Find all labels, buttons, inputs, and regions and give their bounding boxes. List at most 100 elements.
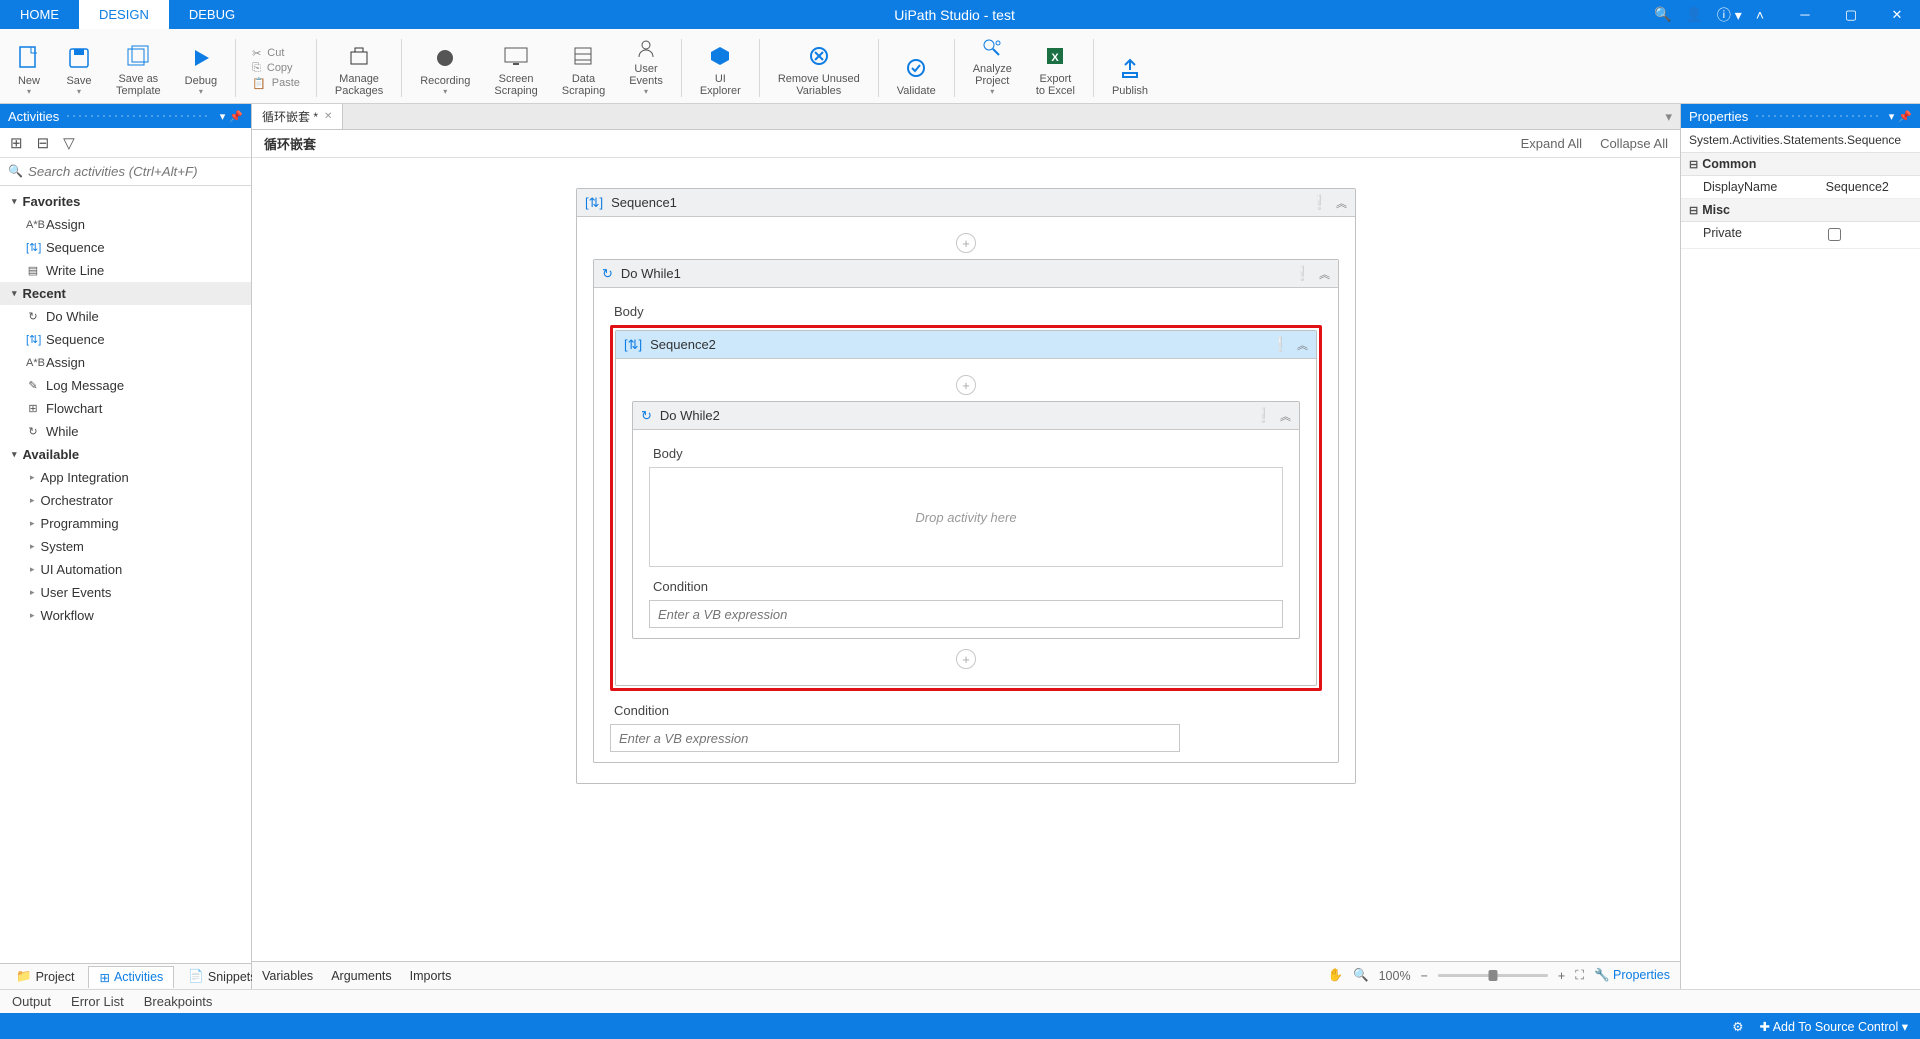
recent-logmessage[interactable]: ✎Log Message — [0, 374, 251, 397]
fav-writeline[interactable]: ▤Write Line — [0, 259, 251, 282]
fav-sequence[interactable]: [⇅]Sequence — [0, 236, 251, 259]
info-icon[interactable]: ❕ — [1272, 336, 1289, 353]
recent-sequence[interactable]: [⇅]Sequence — [0, 328, 251, 351]
add-activity-button[interactable]: + — [956, 649, 976, 669]
ribbon-cut[interactable]: ✂Cut — [252, 47, 300, 60]
source-control-button[interactable]: ✚ Add To Source Control ▾ — [1759, 1019, 1908, 1034]
fit-screen-icon[interactable]: ⛶ — [1575, 968, 1584, 983]
footer-project[interactable]: 📁Project — [6, 966, 84, 987]
group-recent[interactable]: Recent — [0, 282, 251, 305]
collapse-icon[interactable]: ︽ — [1336, 195, 1347, 211]
ribbon-analyze[interactable]: Analyze Project — [963, 33, 1022, 103]
avail-app-integration[interactable]: App Integration — [0, 466, 251, 489]
recent-while[interactable]: ↻While — [0, 420, 251, 443]
condition-input[interactable] — [649, 600, 1283, 628]
close-button[interactable]: ✕ — [1874, 0, 1920, 29]
avail-system[interactable]: System — [0, 535, 251, 558]
collapse-icon[interactable]: ︽ — [1297, 337, 1308, 353]
pin-icon[interactable]: 📌 — [229, 110, 243, 123]
tab-home[interactable]: HOME — [0, 0, 79, 29]
group-favorites[interactable]: Favorites — [0, 190, 251, 213]
collapse-icon[interactable]: ︽ — [1319, 266, 1330, 282]
ribbon-ui-explorer[interactable]: UI Explorer — [690, 33, 751, 103]
drop-zone[interactable]: Drop activity here — [649, 467, 1283, 567]
group-common[interactable]: Common — [1681, 153, 1920, 176]
maximize-button[interactable]: ▢ — [1828, 0, 1874, 29]
footer-activities[interactable]: ⊞Activities — [88, 966, 174, 988]
tab-design[interactable]: DESIGN — [79, 0, 169, 29]
ribbon-publish[interactable]: Publish — [1102, 33, 1158, 103]
info-icon[interactable]: ❕ — [1294, 265, 1311, 282]
group-available[interactable]: Available — [0, 443, 251, 466]
variables-tab[interactable]: Variables — [262, 969, 313, 983]
dropdown-icon[interactable]: ▾ — [220, 110, 226, 123]
tab-debug[interactable]: DEBUG — [169, 0, 255, 29]
minimize-button[interactable]: ─ — [1782, 0, 1828, 29]
avail-ui-automation[interactable]: UI Automation — [0, 558, 251, 581]
ribbon-user-events[interactable]: User Events — [619, 33, 673, 103]
prop-displayname[interactable]: DisplayName Sequence2 — [1681, 176, 1920, 199]
search-input[interactable] — [0, 158, 251, 186]
avail-programming[interactable]: Programming — [0, 512, 251, 535]
orchestrator-icon[interactable]: ⚙ — [1732, 1019, 1743, 1034]
pin-icon[interactable]: 📌 — [1898, 110, 1912, 123]
group-misc[interactable]: Misc — [1681, 199, 1920, 222]
expand-tree-icon[interactable]: ⊞ — [10, 134, 23, 152]
activity-dowhile1[interactable]: ↻Do While1❕︽ Body [⇅]Sequence2❕︽ + — [593, 259, 1339, 763]
ribbon-remove-unused[interactable]: Remove Unused Variables — [768, 33, 870, 103]
ribbon-packages[interactable]: Manage Packages — [325, 33, 393, 103]
ribbon-copy[interactable]: ⎘Copy — [252, 62, 300, 75]
ribbon-debug[interactable]: Debug — [175, 33, 227, 103]
pan-icon[interactable]: ✋ — [1327, 968, 1343, 983]
tab-overflow-icon[interactable]: ▾ — [1657, 109, 1680, 125]
fav-assign[interactable]: A*BAssign — [0, 213, 251, 236]
private-checkbox[interactable] — [1828, 228, 1841, 241]
collapse-icon[interactable]: ︽ — [1280, 408, 1291, 424]
help-icon[interactable]: ⓘ ▾ — [1717, 5, 1742, 25]
recent-flowchart[interactable]: ⊞Flowchart — [0, 397, 251, 420]
activity-dowhile2[interactable]: ↻Do While2❕︽ Body Drop activity here Con… — [632, 401, 1300, 639]
condition-input[interactable] — [610, 724, 1180, 752]
ribbon-export-excel[interactable]: XExport to Excel — [1026, 33, 1085, 103]
dropdown-icon[interactable]: ▾ — [1889, 110, 1895, 123]
collapse-all-link[interactable]: Collapse All — [1600, 136, 1668, 151]
output-tab[interactable]: Output — [12, 994, 51, 1009]
filter-icon[interactable]: ▽ — [63, 134, 75, 152]
info-icon[interactable]: ❕ — [1255, 407, 1272, 424]
recent-dowhile[interactable]: ↻Do While — [0, 305, 251, 328]
search-icon[interactable]: 🔍 — [1654, 6, 1671, 23]
recent-assign[interactable]: A*BAssign — [0, 351, 251, 374]
avail-orchestrator[interactable]: Orchestrator — [0, 489, 251, 512]
avail-user-events[interactable]: User Events — [0, 581, 251, 604]
prop-private[interactable]: Private — [1681, 222, 1920, 249]
avail-workflow[interactable]: Workflow — [0, 604, 251, 627]
info-icon[interactable]: ❕ — [1311, 194, 1328, 211]
ribbon-validate[interactable]: Validate — [887, 33, 946, 103]
zoom-in-icon[interactable]: + — [1558, 969, 1565, 983]
ribbon-recording[interactable]: Recording — [410, 33, 480, 103]
ribbon-paste[interactable]: 📋Paste — [252, 77, 300, 90]
zoom-reset-icon[interactable]: 🔍 — [1353, 968, 1369, 983]
activity-sequence2[interactable]: [⇅]Sequence2❕︽ + ↻Do While2❕︽ Body — [615, 330, 1317, 686]
ribbon-screen-scraping[interactable]: Screen Scraping — [484, 33, 547, 103]
close-tab-icon[interactable]: ✕ — [324, 111, 332, 122]
breakpoints-tab[interactable]: Breakpoints — [144, 994, 213, 1009]
properties-link[interactable]: 🔧 Properties — [1594, 968, 1670, 983]
zoom-out-icon[interactable]: − — [1421, 969, 1428, 983]
collapse-tree-icon[interactable]: ⊟ — [37, 134, 50, 152]
zoom-slider[interactable] — [1438, 974, 1548, 977]
user-icon[interactable]: 👤 — [1685, 6, 1702, 23]
add-activity-button[interactable]: + — [956, 233, 976, 253]
activity-sequence1[interactable]: [⇅]Sequence1❕︽ + ↻Do While1❕︽ Body — [576, 188, 1356, 784]
expand-all-link[interactable]: Expand All — [1521, 136, 1582, 151]
error-list-tab[interactable]: Error List — [71, 994, 124, 1009]
add-activity-button[interactable]: + — [956, 375, 976, 395]
arguments-tab[interactable]: Arguments — [331, 969, 391, 983]
document-tab[interactable]: 循环嵌套 *✕ — [252, 104, 343, 129]
up-arrow-icon[interactable]: ˄ — [1756, 7, 1764, 23]
ribbon-save-template[interactable]: Save as Template — [106, 33, 171, 103]
ribbon-new[interactable]: New — [6, 33, 52, 103]
ribbon-save[interactable]: Save — [56, 33, 102, 103]
imports-tab[interactable]: Imports — [410, 969, 452, 983]
ribbon-data-scraping[interactable]: Data Scraping — [552, 33, 615, 103]
